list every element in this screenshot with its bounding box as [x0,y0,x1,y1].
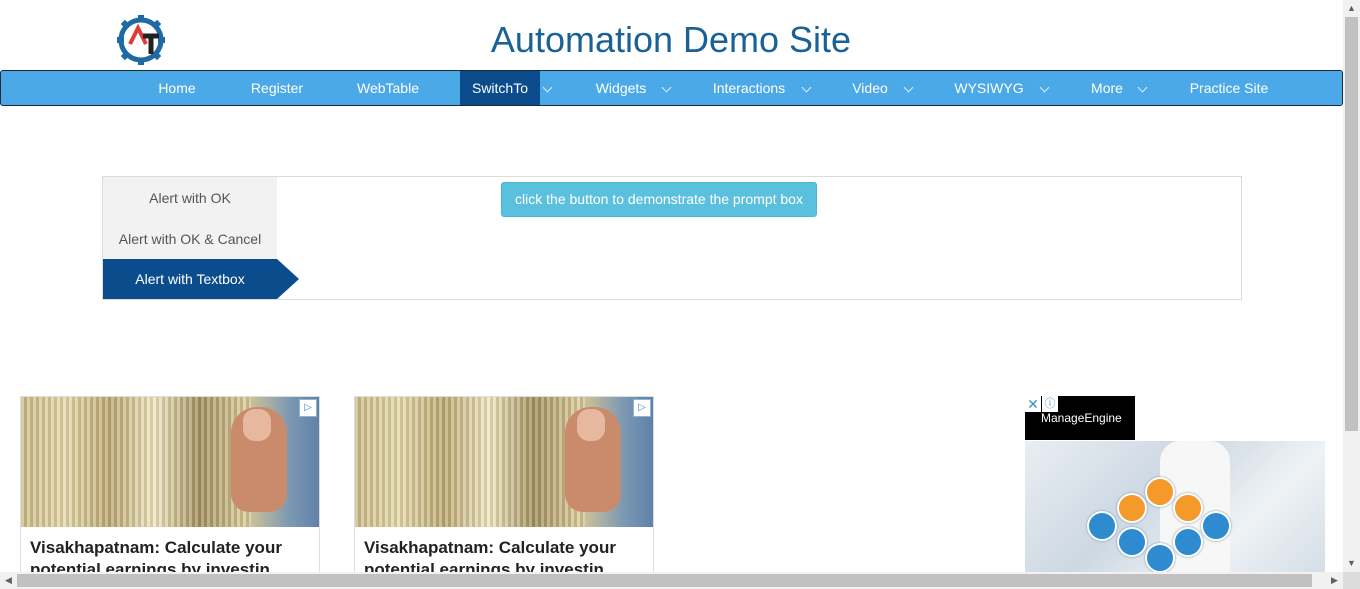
scroll-up-icon[interactable]: ▲ [1343,0,1360,17]
horizontal-scrollbar[interactable]: ◀ ▶ [0,572,1343,589]
search-icon [1173,493,1203,523]
nav-wysiwyg[interactable]: WYSIWYG [943,71,1035,105]
nav-webtable[interactable]: WebTable [341,71,435,105]
nav-interactions[interactable]: Interactions [699,71,799,105]
tab-list: Alert with OK Alert with OK & Cancel Ale… [103,177,277,299]
scrollbar-corner [1343,572,1360,589]
lock-icon [1145,477,1175,507]
info-icon[interactable]: ⓘ [1042,396,1058,412]
ad-card[interactable]: ▷ Visakhapatnam: Calculate your potentia… [354,396,654,578]
tab-alert-with-ok[interactable]: Alert with OK [103,178,277,218]
wysiwyg-chevron-down-icon[interactable] [1039,82,1050,93]
vertical-scroll-thumb[interactable] [1345,17,1358,431]
nav-switchto[interactable]: SwitchTo [460,71,540,105]
nav-widgets[interactable]: Widgets [581,71,661,105]
building-icon [1173,527,1203,557]
site-title: Automation Demo Site [490,19,852,60]
ad-choices-icon[interactable]: ▷ [299,399,317,417]
widgets-chevron-down-icon[interactable] [661,82,672,93]
video-chevron-down-icon[interactable] [903,82,914,93]
scroll-left-icon[interactable]: ◀ [0,572,17,589]
ad-choices-icon[interactable]: ▷ [633,399,651,417]
ad-brand-label[interactable]: ManageEngine [1041,411,1122,425]
ad-image[interactable] [21,397,319,527]
document-icon [1117,493,1147,523]
cloud-icon [1201,511,1231,541]
main-navbar: Home Register WebTable SwitchTo Widgets … [0,70,1343,106]
scroll-right-icon[interactable]: ▶ [1326,572,1343,589]
tab-alert-with-ok-cancel[interactable]: Alert with OK & Cancel [103,219,277,259]
prompt-box-button[interactable]: click the button to demonstrate the prom… [501,182,817,217]
vertical-scrollbar[interactable]: ▲ ▼ [1343,0,1360,572]
display-ad-image[interactable] [1025,441,1325,576]
nav-more[interactable]: More [1079,71,1135,105]
nav-practice-site[interactable]: Practice Site [1177,71,1281,105]
nav-register[interactable]: Register [235,71,319,105]
fingerprint-icon [1145,543,1175,573]
ad-image-texture [355,397,585,527]
nav-video[interactable]: Video [841,71,899,105]
more-chevron-down-icon[interactable] [1137,82,1148,93]
switchto-chevron-down-icon[interactable] [542,82,553,93]
horizontal-scroll-thumb[interactable] [17,574,1312,587]
display-ad[interactable]: ✕ ⓘ ManageEngine [1025,396,1325,576]
scroll-down-icon[interactable]: ▼ [1343,555,1360,572]
ad-image-nail [243,409,271,441]
alert-tabs-panel: Alert with OK Alert with OK & Cancel Ale… [102,176,1242,300]
active-tab-arrow [277,259,299,299]
ad-image[interactable] [355,397,653,527]
close-icon[interactable]: ✕ [1025,396,1041,412]
display-ad-header: ✕ ⓘ ManageEngine [1025,396,1135,440]
database-icon [1117,527,1147,557]
network-node-icon [1087,511,1117,541]
tab-alert-with-textbox[interactable]: Alert with Textbox [103,259,277,299]
nav-home[interactable]: Home [141,71,213,105]
ad-image-texture [21,397,251,527]
ad-image-nail [577,409,605,441]
interactions-chevron-down-icon[interactable] [801,82,812,93]
ad-card[interactable]: ▷ Visakhapatnam: Calculate your potentia… [20,396,320,578]
